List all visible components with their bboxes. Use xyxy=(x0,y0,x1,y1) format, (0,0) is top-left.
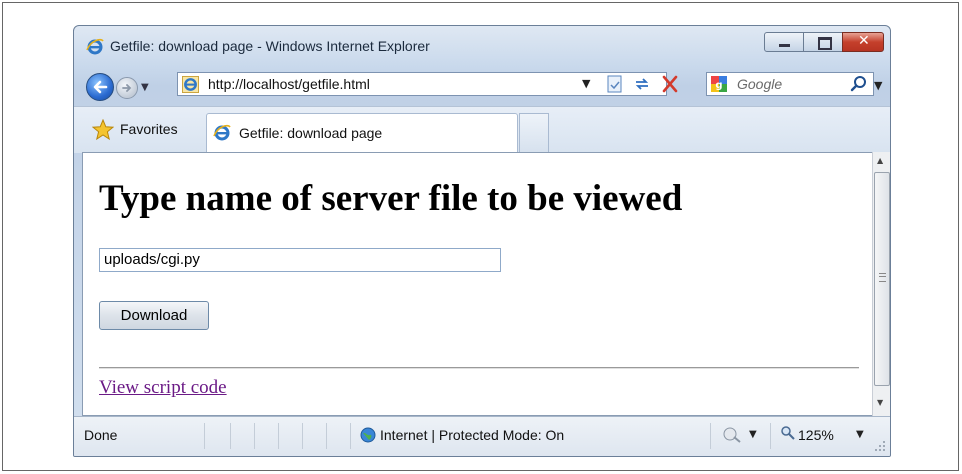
window-title: Getfile: download page - Windows Interne… xyxy=(110,38,430,54)
minimize-icon xyxy=(779,44,790,47)
forward-icon xyxy=(122,84,132,92)
compat-view-button[interactable] xyxy=(604,73,628,95)
recent-pages-dropdown[interactable]: ▼ xyxy=(141,82,149,93)
scroll-down-icon[interactable]: ▼ xyxy=(877,398,883,407)
forward-button[interactable] xyxy=(116,77,138,99)
security-zone-text[interactable]: Internet | Protected Mode: On xyxy=(380,427,564,443)
maximize-button[interactable] xyxy=(803,32,843,52)
status-divider xyxy=(278,423,279,449)
status-divider xyxy=(710,423,711,449)
tab-label: Getfile: download page xyxy=(239,125,383,141)
minimize-button[interactable] xyxy=(764,32,804,52)
back-icon xyxy=(93,80,108,94)
ie-logo-icon xyxy=(213,124,231,142)
zoom-level[interactable]: 125% xyxy=(798,427,834,443)
ie-logo-icon xyxy=(86,38,104,56)
vertical-scrollbar[interactable]: ▲ ▼ xyxy=(872,152,890,416)
tab-getfile[interactable]: Getfile: download page xyxy=(206,113,518,153)
address-bar[interactable]: http://localhost/getfile.html xyxy=(177,72,667,96)
download-button[interactable]: Download xyxy=(99,301,209,330)
close-icon: ✕ xyxy=(858,33,870,49)
status-divider xyxy=(350,423,351,449)
scroll-thumb[interactable] xyxy=(874,172,890,386)
status-divider xyxy=(302,423,303,449)
google-icon: g xyxy=(711,76,727,92)
title-bar: Getfile: download page - Windows Interne… xyxy=(74,26,890,56)
status-text: Done xyxy=(84,427,118,443)
search-icon xyxy=(850,76,866,92)
zoom-icon xyxy=(780,425,796,441)
page-content: Type name of server file to be viewed up… xyxy=(82,152,872,416)
search-options-dropdown[interactable]: ▼ xyxy=(874,79,882,92)
grip-icon xyxy=(879,273,886,282)
back-button[interactable] xyxy=(86,73,114,101)
refresh-button[interactable] xyxy=(631,73,655,95)
stop-icon xyxy=(662,75,678,93)
resize-grip-icon[interactable] xyxy=(874,437,886,451)
maximize-icon xyxy=(818,37,832,50)
protected-mode-icon[interactable] xyxy=(722,425,744,445)
status-bar: Done Internet | Protected Mode: On ▼ 125… xyxy=(74,416,890,456)
status-divider xyxy=(770,423,771,449)
tab-row: Favorites Getfile: download page xyxy=(74,106,890,153)
page-heading: Type name of server file to be viewed xyxy=(99,178,683,219)
page-ie-icon xyxy=(182,76,199,93)
address-text[interactable]: http://localhost/getfile.html xyxy=(208,76,370,92)
stop-button[interactable] xyxy=(659,73,683,95)
scroll-up-icon[interactable]: ▲ xyxy=(877,156,883,165)
favorites-button[interactable]: Favorites xyxy=(120,121,178,137)
filename-input[interactable]: uploads/cgi.py xyxy=(99,248,501,272)
browser-window: Getfile: download page - Windows Interne… xyxy=(73,25,891,457)
horizontal-rule xyxy=(99,367,859,369)
favorites-star-icon[interactable] xyxy=(91,118,115,141)
search-button[interactable] xyxy=(849,75,869,93)
address-dropdown[interactable]: ▼ xyxy=(582,77,590,90)
refresh-icon xyxy=(635,78,649,90)
svg-text:g: g xyxy=(715,80,722,91)
compat-view-icon xyxy=(607,75,622,93)
protected-mode-dropdown[interactable]: ▼ xyxy=(749,429,757,440)
status-divider xyxy=(326,423,327,449)
search-placeholder: Google xyxy=(737,76,783,92)
zoom-dropdown[interactable]: ▼ xyxy=(856,429,864,440)
figure-frame: Getfile: download page - Windows Interne… xyxy=(2,2,959,471)
close-button[interactable]: ✕ xyxy=(842,32,884,52)
view-script-link[interactable]: View script code xyxy=(99,377,227,399)
status-divider xyxy=(204,423,205,449)
new-tab-button[interactable] xyxy=(519,113,549,153)
status-divider xyxy=(230,423,231,449)
status-divider xyxy=(254,423,255,449)
globe-icon xyxy=(360,427,376,443)
